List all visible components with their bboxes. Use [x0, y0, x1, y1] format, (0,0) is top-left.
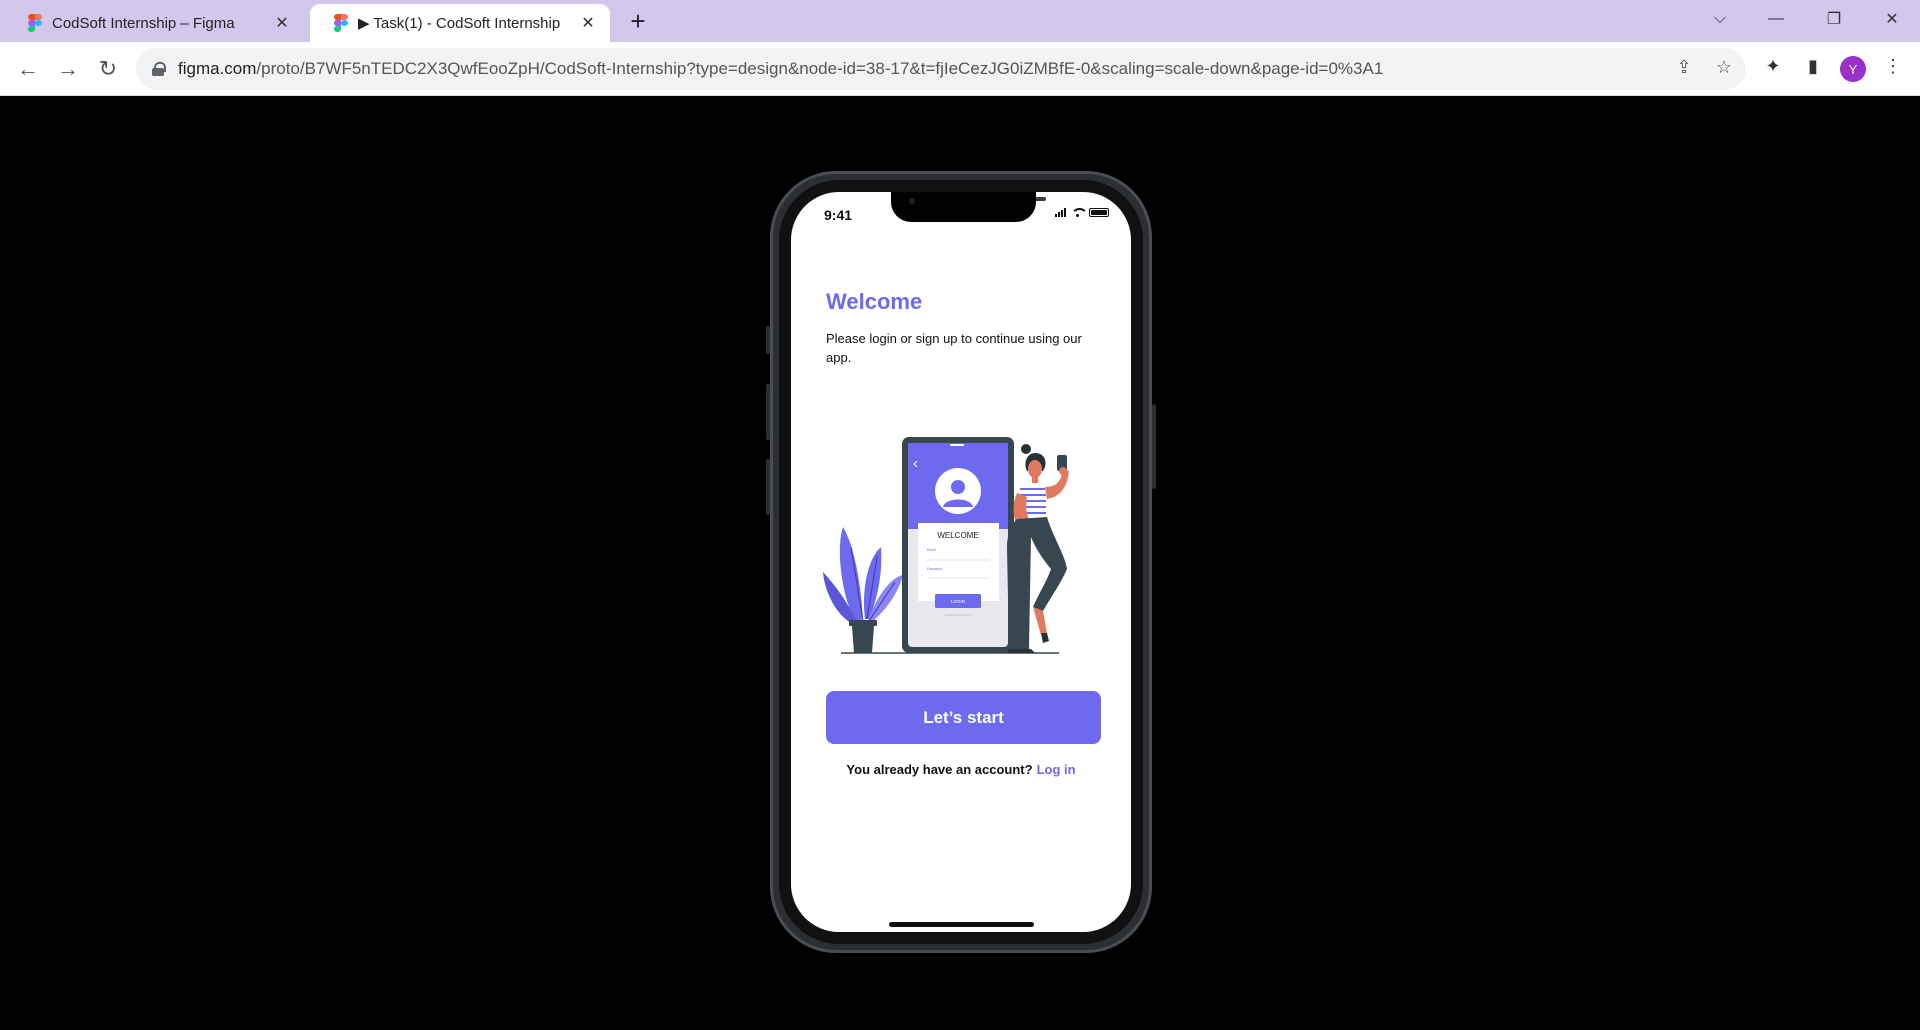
- illustration-heading: WELCOME: [937, 531, 978, 540]
- tab-close-icon[interactable]: ✕: [578, 13, 598, 33]
- side-panel-icon[interactable]: ▮: [1800, 56, 1826, 82]
- profile-avatar[interactable]: Y: [1840, 56, 1866, 82]
- home-indicator: [889, 922, 1034, 927]
- illustration-password-label: Password: [927, 567, 942, 571]
- illustration-email-label: Email: [927, 548, 936, 552]
- lock-icon: [152, 62, 166, 76]
- battery-icon: [1089, 208, 1109, 217]
- tab-prototype[interactable]: ▶ Task(1) - CodSoft Internship ✕: [310, 4, 610, 42]
- share-icon[interactable]: ⇪: [1672, 57, 1696, 81]
- restore-button[interactable]: ❐: [1806, 0, 1862, 38]
- back-button[interactable]: ←: [10, 51, 46, 87]
- minimize-button[interactable]: —: [1748, 0, 1804, 38]
- menu-icon[interactable]: ⋮: [1880, 56, 1906, 82]
- reload-button[interactable]: ↻: [90, 51, 126, 87]
- welcome-subtitle: Please login or sign up to continue usin…: [826, 331, 1082, 365]
- onboarding-illustration: WELCOME Email Password LOGIN: [823, 437, 1069, 654]
- window-close-button[interactable]: ✕: [1864, 0, 1920, 38]
- phone-frame: 9:41 Welcome Please login or sign up to …: [766, 171, 1156, 953]
- phone-side-button: [766, 326, 770, 354]
- login-link[interactable]: Log in: [1037, 762, 1076, 777]
- address-bar[interactable]: figma.com/proto/B7WF5nTEDC2X3QwfEooZpH/C…: [136, 48, 1746, 90]
- welcome-title: Welcome: [826, 289, 923, 314]
- extensions-icon[interactable]: ✦: [1760, 56, 1786, 82]
- tab-title: CodSoft Internship – Figma: [52, 14, 235, 32]
- login-prompt-text: You already have an account?: [846, 762, 1033, 777]
- tab-figma-file[interactable]: CodSoft Internship – Figma ✕: [4, 4, 304, 42]
- new-tab-button[interactable]: +: [624, 8, 652, 36]
- tab-close-icon[interactable]: ✕: [272, 13, 292, 33]
- phone-screen: 9:41 Welcome Please login or sign up to …: [791, 192, 1131, 932]
- phone-side-button: [766, 384, 770, 440]
- illustration-login-label: LOGIN: [951, 599, 965, 604]
- status-time: 9:41: [824, 207, 853, 223]
- status-icons: [1055, 208, 1109, 217]
- phone-side-button: [766, 459, 770, 515]
- figma-icon: [28, 14, 42, 32]
- browser-toolbar: ← → ↻ figma.com/proto/B7WF5nTEDC2X3QwfEo…: [0, 42, 1920, 96]
- tab-strip: CodSoft Internship – Figma ✕ ▶ Task(1) -…: [0, 0, 1920, 42]
- forward-button[interactable]: →: [50, 51, 86, 87]
- tab-search-icon[interactable]: ⌵: [1692, 0, 1748, 38]
- phone-side-button: [1152, 404, 1156, 489]
- bookmark-star-icon[interactable]: ☆: [1712, 57, 1736, 81]
- figma-icon: [334, 14, 348, 32]
- url-text[interactable]: figma.com/proto/B7WF5nTEDC2X3QwfEooZpH/C…: [178, 59, 1383, 79]
- lets-start-button[interactable]: Let’s start: [826, 691, 1101, 744]
- login-prompt: You already have an account? Log in: [791, 762, 1131, 777]
- wifi-icon: [1071, 208, 1088, 217]
- signal-icon: [1055, 208, 1066, 217]
- notch: [891, 192, 1036, 222]
- tab-title: ▶ Task(1) - CodSoft Internship: [358, 15, 561, 32]
